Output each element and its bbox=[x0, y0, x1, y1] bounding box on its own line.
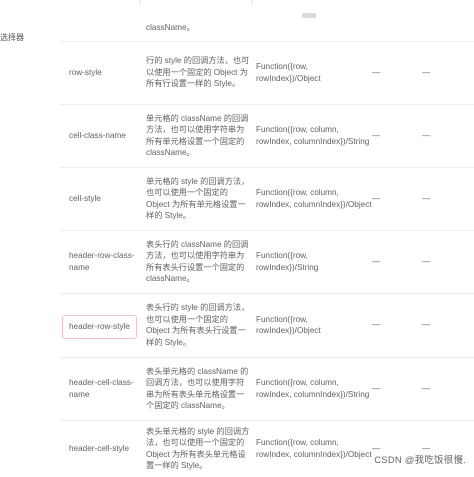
default-cell: — bbox=[422, 443, 431, 453]
highlighted-attribute-name[interactable]: header-row-style bbox=[62, 315, 137, 339]
table-row: header-cell-class-name 表头单元格的 className … bbox=[60, 357, 474, 421]
type-cell: Function({row, column, rowIndex, columnI… bbox=[256, 378, 370, 399]
attribute-name: header-row-class-name bbox=[69, 251, 135, 272]
default-cell: — bbox=[422, 320, 431, 330]
description-cell: 单元格的 style 的回调方法，也可以使用一个固定的 Object 为所有单元… bbox=[146, 176, 250, 221]
attribute-name: header-cell-style bbox=[69, 443, 130, 453]
type-cell: Function({row, rowIndex})/Object bbox=[256, 62, 321, 83]
options-cell: — bbox=[372, 443, 381, 453]
description-cell: className。 bbox=[146, 23, 195, 32]
options-cell: — bbox=[372, 193, 381, 203]
attribute-name: cell-class-name bbox=[69, 130, 126, 140]
description-cell: 表头单元格的 className 的回调方法，也可以使用字符串为所有表头单元格设… bbox=[146, 366, 249, 411]
table-row: header-row-class-name 表头行的 className 的回调… bbox=[60, 230, 474, 294]
attribute-name: cell-style bbox=[69, 193, 101, 203]
table-row: header-row-style 表头行的 style 的回调方法，也可以使用一… bbox=[60, 293, 474, 358]
type-cell: Function({row, column, rowIndex, columnI… bbox=[256, 188, 372, 209]
options-cell: — bbox=[372, 320, 381, 330]
sidebar-label: 选择器 bbox=[0, 33, 24, 42]
table-row: cell-style 单元格的 style 的回调方法，也可以使用一个固定的 O… bbox=[60, 167, 474, 231]
description-cell: 行的 style 的回调方法，也可以使用一个固定的 Object 为所有行设置一… bbox=[146, 56, 250, 89]
default-cell: — bbox=[422, 383, 431, 393]
sidebar: 选择器 bbox=[0, 0, 60, 477]
table-row: className。 bbox=[60, 0, 474, 42]
default-cell: — bbox=[422, 130, 431, 140]
options-cell: — bbox=[372, 256, 381, 266]
csdn-watermark: CSDN @我吃饭很慢. bbox=[372, 452, 468, 466]
attribute-name-cell: header-row-style bbox=[60, 293, 142, 357]
options-cell: — bbox=[372, 383, 381, 393]
attribute-name: row-style bbox=[69, 67, 102, 77]
description-cell: 表头行的 className 的回调方法，也可以使用字符串为所有表头行设置一个固… bbox=[146, 239, 249, 284]
description-cell: 单元格的 className 的回调方法，也可以使用字符串为所有单元格设置一个固… bbox=[146, 113, 249, 158]
table-row: cell-class-name 单元格的 className 的回调方法，也可以… bbox=[60, 104, 474, 168]
type-cell: Function({row, rowIndex})/String bbox=[256, 251, 319, 272]
attribute-name: header-cell-class-name bbox=[69, 378, 134, 399]
type-cell: Function({row, column, rowIndex, columnI… bbox=[256, 438, 372, 459]
table-row: header-cell-style 表头单元格的 style 的回调方法，也可以… bbox=[60, 420, 474, 477]
options-cell: — bbox=[372, 67, 381, 77]
description-cell: 表头单元格的 style 的回调方法，也可以使用一个固定的 Object 为所有… bbox=[146, 426, 250, 471]
default-cell: — bbox=[422, 67, 431, 77]
type-cell: Function({row, rowIndex})/Object bbox=[256, 314, 321, 336]
default-cell: — bbox=[422, 193, 431, 203]
default-cell: — bbox=[422, 256, 431, 266]
table-row: row-style 行的 style 的回调方法，也可以使用一个固定的 Obje… bbox=[60, 41, 474, 105]
options-cell: — bbox=[372, 130, 381, 140]
type-cell: Function({row, column, rowIndex, columnI… bbox=[256, 125, 370, 146]
attributes-table: className。 row-style 行的 style 的回调方法，也可以使… bbox=[60, 0, 474, 477]
description-cell: 表头行的 style 的回调方法，也可以使用一个固定的 Object 为所有表头… bbox=[146, 303, 250, 347]
